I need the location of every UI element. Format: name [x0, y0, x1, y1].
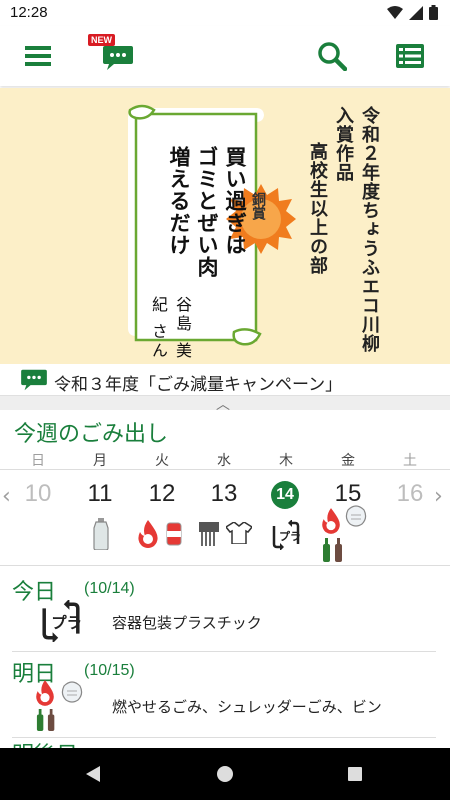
signal-icon: [409, 5, 423, 20]
day-after-label: 明後日: [12, 739, 78, 748]
clothing-icon: [226, 522, 252, 544]
garbage-icons-row: プラ: [0, 505, 450, 566]
divider: [12, 737, 436, 738]
weekday-thu: 木: [279, 453, 293, 469]
day-after-section[interactable]: 明後日: [12, 739, 436, 748]
divider: [12, 651, 436, 652]
week-title: 今週のごみ出し: [14, 422, 169, 447]
home-icon[interactable]: [215, 764, 235, 784]
weekday-sat: 土: [403, 453, 417, 469]
new-badge: NEW: [88, 34, 115, 46]
chat-bubble-icon: [21, 369, 47, 391]
shredded-paper-icon: [199, 522, 219, 546]
wifi-icon: [387, 5, 403, 19]
glass-bottles-icon: [323, 538, 342, 562]
banner-title-line-3: 高校生以上の部: [307, 142, 328, 275]
hamburger-menu-icon: [25, 46, 51, 66]
tomorrow-garbage-types: 燃やせるごみ、シュレッダーごみ、ビン: [112, 698, 382, 716]
battery-icon: [429, 5, 438, 20]
burnable-fire-icon: [36, 680, 54, 706]
senryu-line-3: 増えるだけ: [167, 146, 192, 256]
senryu-line-1: 買い過ぎは: [223, 146, 248, 256]
weekday-fri: 金: [341, 453, 355, 469]
date-cell[interactable]: 12: [142, 480, 182, 508]
recents-icon[interactable]: [345, 764, 365, 784]
plastic-packaging-icon: プラ: [42, 600, 82, 642]
list-icon: [396, 44, 424, 68]
status-icons: [387, 5, 438, 20]
senryu-author: 谷島 美紀 さん: [149, 296, 192, 362]
senryu-banner[interactable]: 銅賞 買い過ぎは ゴミとぜい肉 増えるだけ 谷島 美紀 さん 令和２年度ちょうふ…: [0, 88, 450, 364]
chevron-up-icon: ︿: [216, 397, 230, 413]
campaign-ticker[interactable]: 令和３年度「ごみ減量キャンペーン」: [0, 364, 450, 396]
today-date: (10/14): [84, 580, 135, 597]
plastic-packaging-icon: プラ: [272, 520, 301, 550]
search-icon: [318, 42, 347, 71]
shredder-bag-icon: [345, 505, 367, 527]
date-cell[interactable]: 11: [80, 480, 120, 508]
svg-text:プラ: プラ: [279, 529, 301, 543]
today-date-cell[interactable]: 14: [271, 481, 299, 509]
weekday-sun: 日: [31, 453, 45, 469]
weekday-tue: 火: [155, 453, 169, 469]
list-button[interactable]: [392, 40, 428, 72]
weekday-header: 日 月 火 水 木 金 土: [0, 448, 450, 470]
banner-title-line-2: 入賞作品: [333, 106, 354, 182]
status-bar: 12:28: [0, 0, 450, 26]
news-button[interactable]: [100, 42, 136, 74]
award-label: 銅賞: [250, 192, 266, 220]
clock: 12:28: [10, 4, 48, 21]
senryu-line-2: ゴミとぜい肉: [195, 146, 220, 278]
chat-bubble-icon: [103, 46, 133, 70]
search-button[interactable]: [314, 40, 350, 72]
today-garbage-type: 容器包装プラスチック: [112, 614, 262, 632]
tomorrow-section[interactable]: 明日 (10/15) 燃やせるごみ、シュレッダーごみ、ビン: [12, 656, 436, 736]
shredder-bag-icon: [61, 681, 83, 703]
date-cell[interactable]: 10: [18, 480, 58, 508]
weekday-wed: 水: [217, 453, 231, 469]
back-icon[interactable]: [84, 764, 104, 784]
campaign-text: 令和３年度「ごみ減量キャンペーン」: [54, 375, 343, 395]
plastic-bottle-icon: [93, 518, 109, 550]
can-icon: [166, 522, 182, 546]
collapse-handle[interactable]: ︿: [0, 396, 450, 413]
date-cell[interactable]: 16: [390, 480, 430, 508]
glass-bottles-icon: [36, 709, 55, 731]
svg-text:プラ: プラ: [51, 613, 82, 632]
weekday-mon: 月: [93, 453, 107, 469]
system-navigation-bar: [0, 748, 450, 800]
app-bar: NEW: [0, 26, 450, 86]
banner-title-line-1: 令和２年度ちょうふエコ川柳: [359, 106, 380, 353]
burnable-fire-icon: [138, 520, 158, 548]
burnable-fire-icon: [322, 508, 340, 534]
menu-button[interactable]: [20, 40, 56, 72]
tomorrow-date: (10/15): [84, 662, 135, 679]
date-cell[interactable]: 13: [204, 480, 244, 508]
today-section[interactable]: 今日 (10/14) プラ 容器包装プラスチック: [12, 574, 436, 650]
